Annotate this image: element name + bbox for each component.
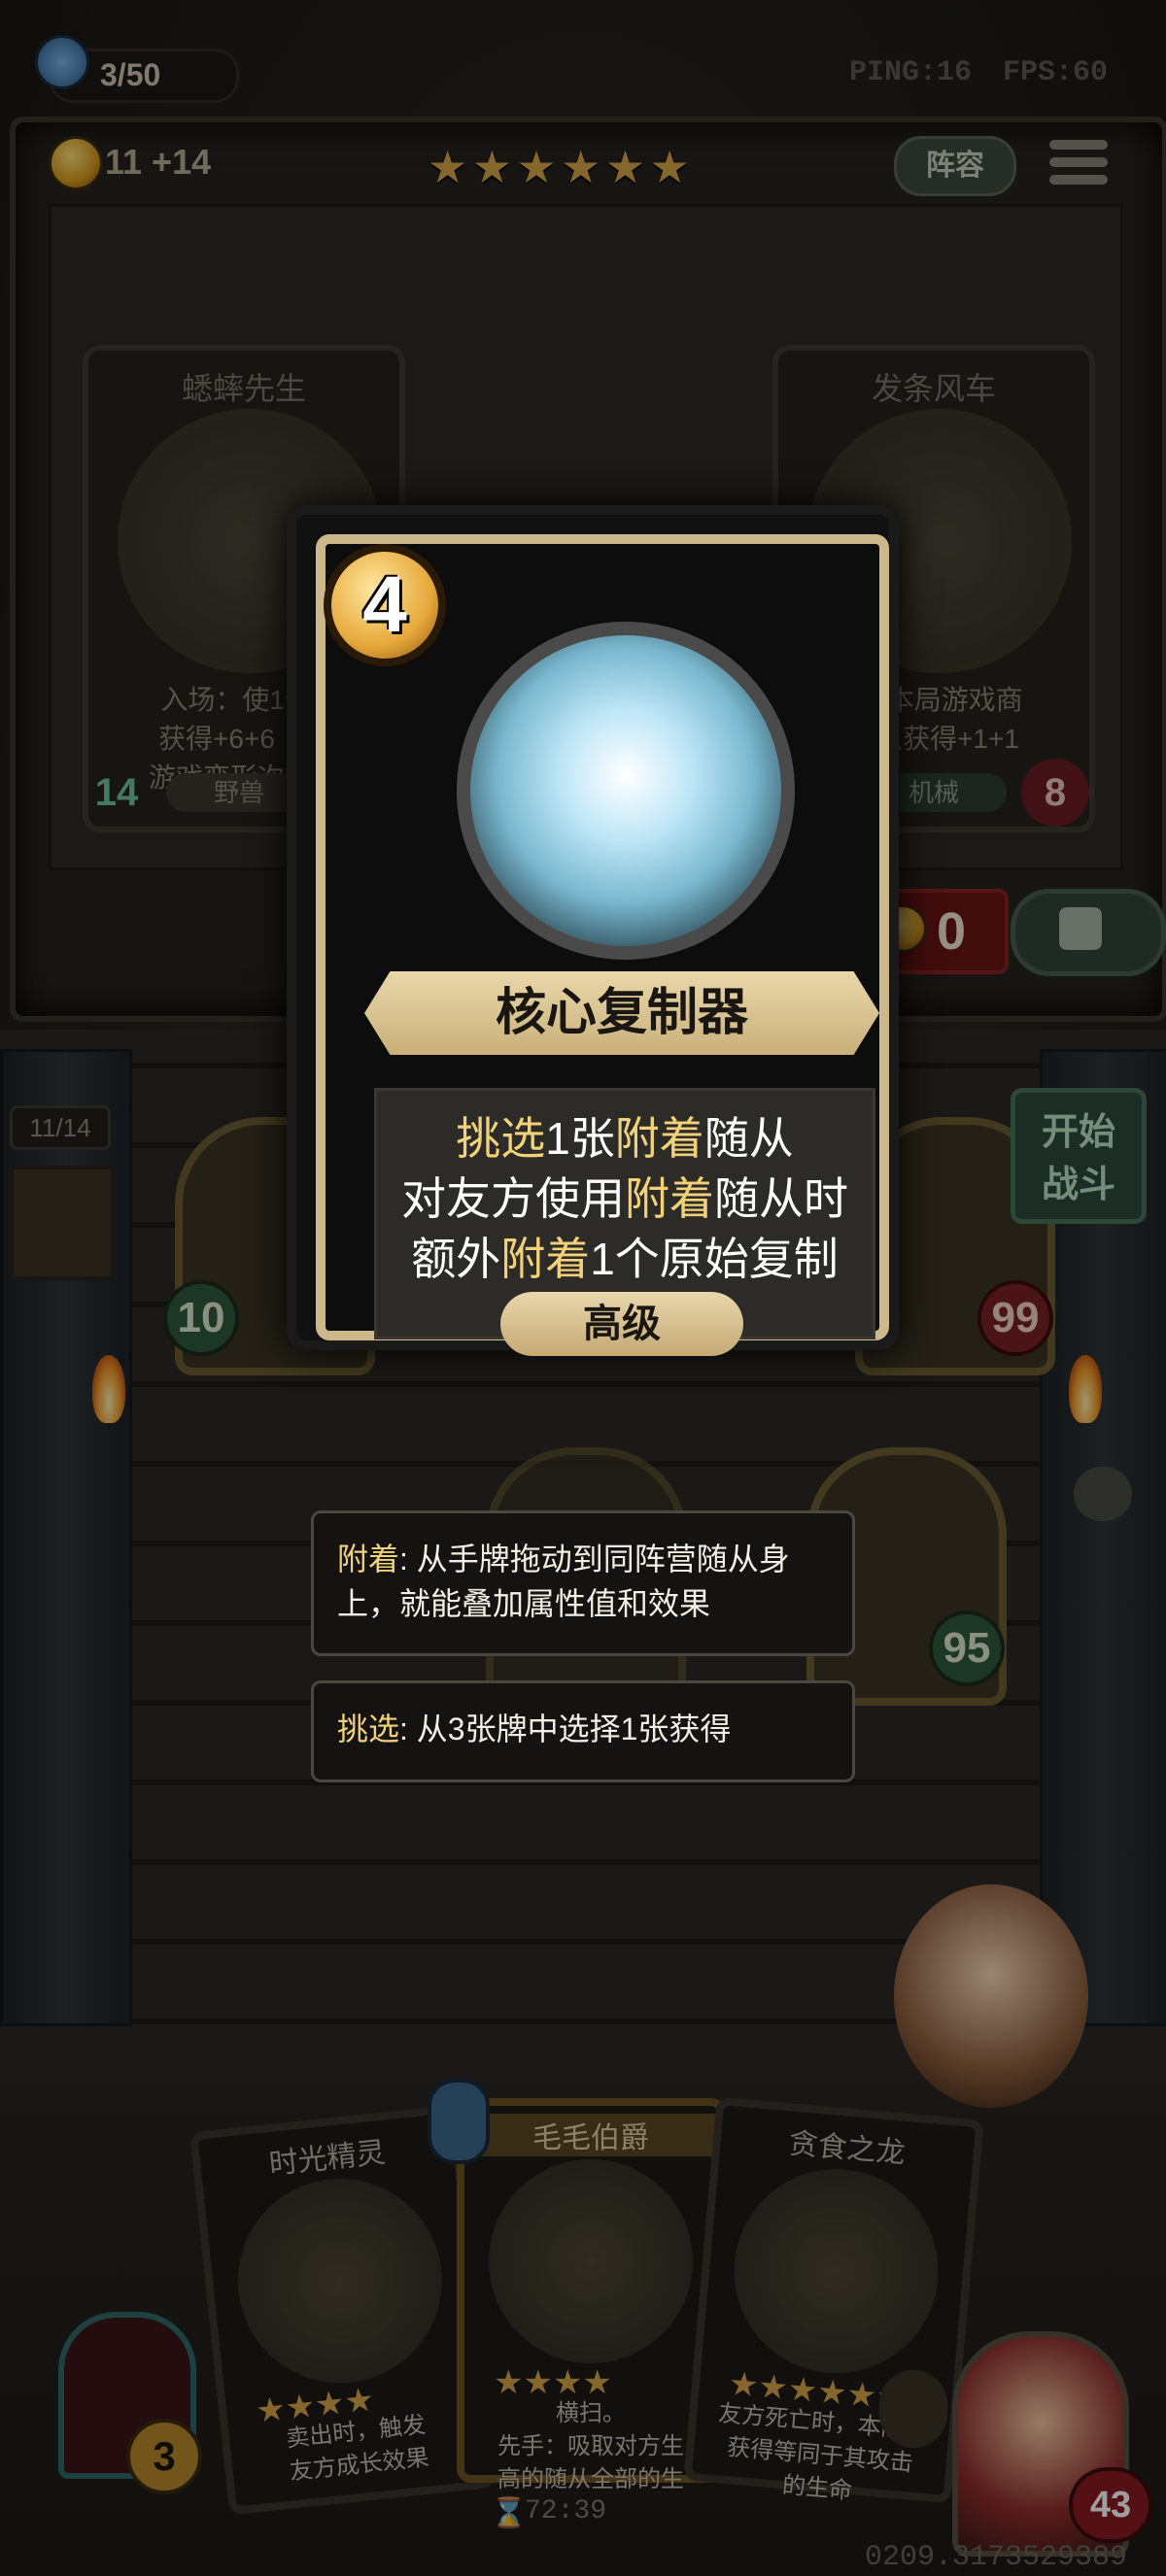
keyword-attach: 附着 — [625, 1173, 714, 1224]
keyword-attach: 附着 — [614, 1113, 704, 1164]
tooltip-text: : 从3张牌中选择1张获得 — [399, 1712, 732, 1746]
desc-line-2: 对友方使用附着随从时 — [377, 1169, 873, 1229]
tooltip-keyword: 挑选 — [337, 1712, 400, 1746]
desc-text: 1张 — [545, 1113, 615, 1164]
keyword-pick: 挑选 — [456, 1113, 546, 1164]
tooltip-keyword: 附着 — [337, 1542, 400, 1576]
card-rarity: 高级 — [500, 1292, 743, 1356]
keyword-tooltip-attach: 附着: 从手牌拖动到同阵营随从身上，就能叠加属性值和效果 — [311, 1510, 855, 1656]
keyword-tooltip-pick: 挑选: 从3张牌中选择1张获得 — [311, 1680, 855, 1782]
card-detail-popup: 核心复制器 挑选1张附着随从 对友方使用附着随从时 额外附着1个原始复制 高级 … — [287, 505, 899, 1356]
desc-line-1: 挑选1张附着随从 — [377, 1108, 873, 1169]
card-art — [457, 622, 795, 960]
desc-text: 随从时 — [714, 1173, 848, 1224]
desc-line-3: 额外附着1个原始复制 — [377, 1229, 873, 1289]
tooltip-text: : 从手牌拖动到同阵营随从身上，就能叠加属性值和效果 — [337, 1542, 790, 1621]
game-scene: 3/50 PING:16 FPS:60 11 +14 ★ ★ ★ ★ ★ ★ 阵… — [0, 0, 1166, 2576]
desc-text: 1个原始复制 — [590, 1234, 839, 1284]
desc-text: 额外 — [411, 1234, 501, 1284]
desc-text: 对友方使用 — [401, 1173, 625, 1224]
card-name: 核心复制器 — [364, 971, 879, 1055]
keyword-attach: 附着 — [500, 1234, 591, 1284]
desc-text: 随从 — [703, 1113, 794, 1164]
card-cost: 4 — [324, 544, 446, 666]
